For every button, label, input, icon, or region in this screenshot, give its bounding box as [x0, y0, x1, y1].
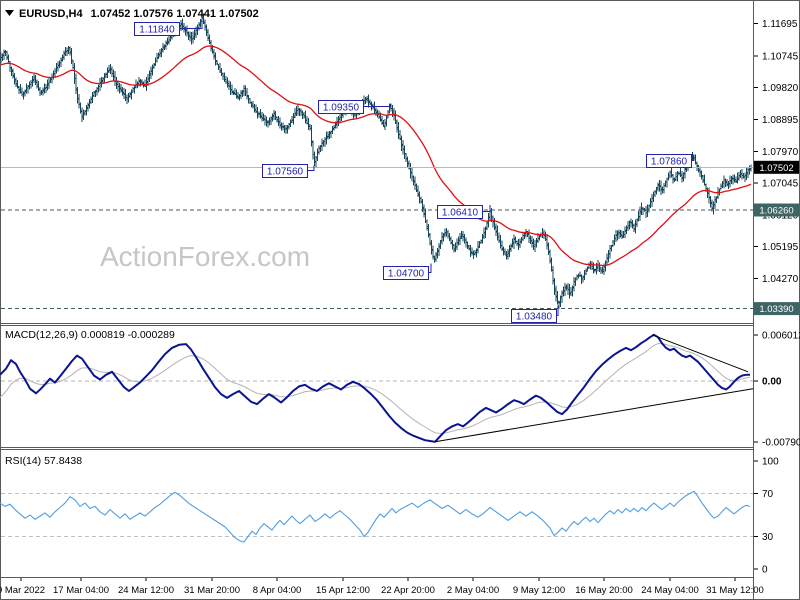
price-annotation-1.07560[interactable]: 1.07560	[262, 164, 315, 178]
price-panel[interactable]: 1.11840 1.09350 1.07560 1.06410 1.04700 1.034…	[0, 13, 753, 323]
price-annotation-1.06410[interactable]: 1.06410	[437, 204, 491, 219]
macd-panel[interactable]	[0, 333, 754, 443]
price-tick-label: 1.05195	[762, 242, 799, 253]
rsi-tick-label: 70	[762, 489, 774, 500]
price-annotation-1.03480[interactable]: 1.03480	[511, 305, 559, 323]
price-tick-label: 1.09820	[762, 83, 799, 94]
symbol-dropdown-icon[interactable]	[5, 10, 14, 16]
chart-symbol: EURUSD,H4	[19, 8, 83, 20]
rsi-tick-label: 0	[762, 565, 768, 576]
time-tick-label: 2 May 04:00	[447, 585, 499, 596]
time-tick-label: 22 Apr 20:00	[381, 585, 435, 596]
time-tick-label: 17 Mar 04:00	[53, 585, 109, 596]
macd-indicator-label: MACD(12,26,9) 0.000819 -0.000289	[5, 329, 175, 341]
price-axis: 1.11695 1.10745 1.09820 1.08895 1.07970 1.070…	[754, 19, 800, 576]
rsi-indicator-label: RSI(14) 57.8438	[5, 455, 82, 467]
mt4-window: ActionForex.com 1.11840 1.09350 1.07560 1.0…	[0, 0, 800, 600]
time-tick-label: 8 Apr 04:00	[253, 585, 302, 596]
macd-signal-line	[0, 342, 751, 435]
level-price-tag-text: 1.03390	[759, 304, 793, 315]
price-tick-label: 1.08895	[762, 115, 799, 126]
time-tick-label: 16 May 20:00	[575, 585, 633, 596]
time-tick-label: 24 Mar 12:00	[118, 585, 174, 596]
annotation-text: 1.04700	[388, 269, 425, 280]
price-tick-label: 1.07045	[762, 179, 799, 190]
annotation-text: 1.07860	[651, 157, 688, 168]
annotation-text: 1.06410	[442, 208, 479, 219]
macd-trendline-2[interactable]	[651, 334, 749, 373]
annotation-text: 1.07560	[267, 167, 304, 178]
chart-title: EURUSD,H4 1.07452 1.07576 1.07441 1.07502	[19, 8, 259, 20]
rsi-panel[interactable]	[0, 490, 753, 543]
price-annotation-1.04700[interactable]: 1.04700	[383, 263, 432, 280]
time-tick-label: 9 Mar 2022	[0, 585, 45, 596]
time-tick-label: 15 Apr 12:00	[316, 585, 370, 596]
current-price-tag-text: 1.07502	[759, 163, 793, 174]
price-tick-label: 1.04270	[762, 274, 799, 285]
macd-tick-label: 0.00	[762, 377, 782, 388]
macd-tick-label: -0.007907	[762, 437, 800, 448]
current-price-tag: 1.07502	[754, 160, 799, 174]
price-tick-label: 1.11695	[762, 19, 798, 30]
annotation-text: 1.11840	[139, 25, 175, 36]
time-tick-label: 9 May 12:00	[513, 585, 565, 596]
macd-trendline-1[interactable]	[434, 388, 754, 443]
annotation-connector	[307, 165, 315, 171]
rsi-line	[0, 490, 751, 543]
price-tick-label: 1.07970	[762, 147, 799, 158]
level-price-tag-text: 1.06260	[759, 206, 793, 217]
panel-frame-price	[0, 0, 754, 324]
time-axis: 9 Mar 2022 17 Mar 04:00 24 Mar 12:00 31 Mar…	[0, 578, 764, 596]
level-price-tag: 1.06260	[754, 203, 799, 217]
price-tick-label: 1.10745	[762, 51, 799, 62]
chart-quote-ohlc: 1.07452 1.07576 1.07441 1.07502	[91, 8, 259, 20]
price-annotation-1.07860[interactable]: 1.07860	[646, 154, 694, 168]
rsi-tick-label: 30	[762, 532, 774, 543]
time-tick-label: 24 May 04:00	[641, 585, 699, 596]
annotation-text: 1.03480	[516, 312, 553, 323]
macd-main-line	[0, 333, 750, 443]
chart-canvas[interactable]: ActionForex.com 1.11840 1.09350 1.07560 1.0…	[0, 0, 800, 600]
level-price-tag: 1.03390	[754, 302, 799, 316]
macd-tick-label: 0.006012	[762, 330, 800, 341]
annotation-text: 1.09350	[323, 103, 360, 114]
rsi-tick-label: 100	[762, 457, 779, 468]
annotation-connector	[482, 204, 491, 212]
time-tick-label: 31 May 12:00	[706, 585, 764, 596]
panel-frame-rsi	[0, 449, 754, 578]
time-tick-label: 31 Mar 20:00	[184, 585, 240, 596]
watermark: ActionForex.com	[100, 241, 310, 272]
annotation-connector	[363, 103, 391, 107]
